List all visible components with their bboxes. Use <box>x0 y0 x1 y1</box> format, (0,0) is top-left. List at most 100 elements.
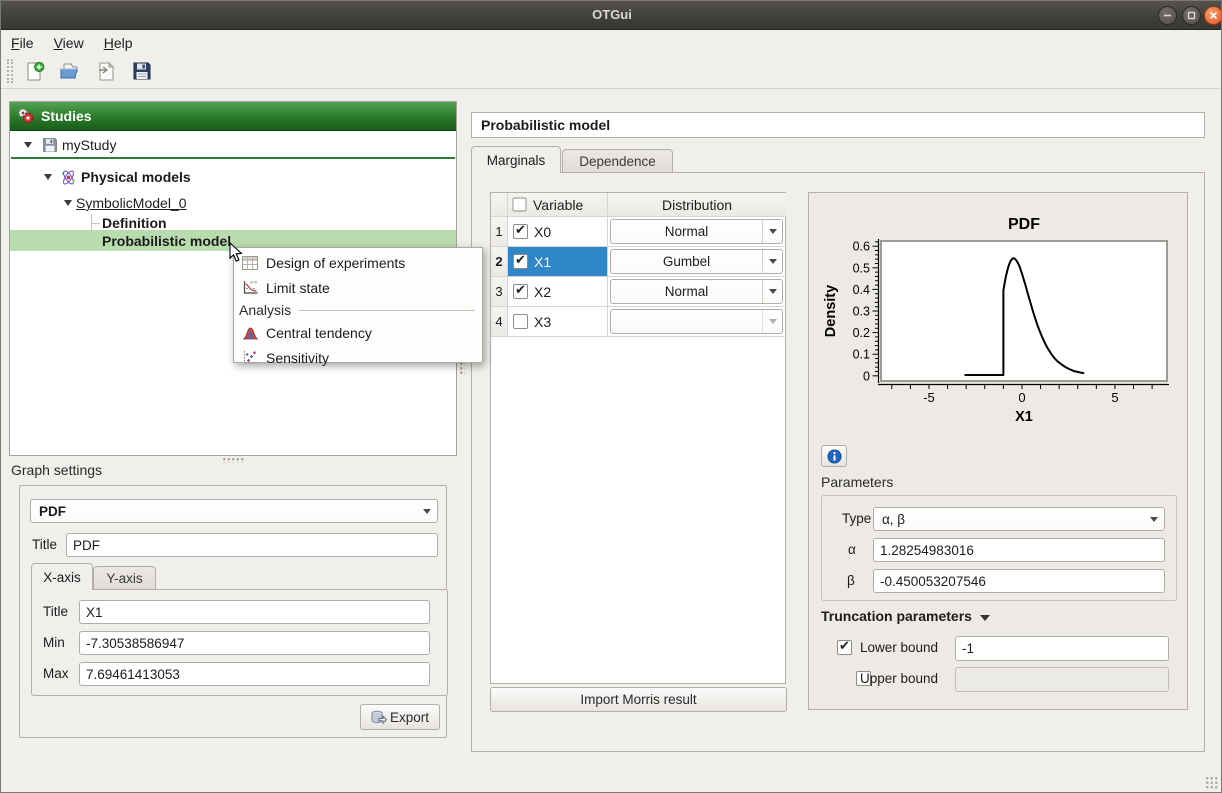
tree-item-label: Physical models <box>81 169 191 185</box>
application-window: OTGui File View Help <box>0 0 1222 793</box>
toolbar-drag-handle[interactable] <box>7 59 13 83</box>
expander-icon[interactable] <box>44 174 52 180</box>
minimize-button[interactable] <box>1158 6 1177 25</box>
tree-item-label: myStudy <box>62 137 116 153</box>
toolbar <box>1 54 1222 89</box>
menu-item-central-tendency[interactable]: Central tendency <box>235 320 481 345</box>
distribution-combobox[interactable]: Normal <box>610 219 783 244</box>
axis-min-input[interactable] <box>79 631 430 655</box>
distribution-cell: Normal <box>608 277 786 307</box>
tree-item-label: SymbolicModel_0 <box>76 195 187 211</box>
graph-title-input[interactable] <box>66 533 438 557</box>
section-separator-line <box>299 310 475 311</box>
lower-bound-checkbox[interactable] <box>837 640 852 655</box>
graph-settings-heading: Graph settings <box>11 462 102 478</box>
variables-table: Variable Distribution 1 X0 Normal <box>490 192 786 684</box>
menu-item-sensitivity[interactable]: Sensitivity <box>235 345 481 370</box>
variable-cell[interactable]: X2 <box>508 277 608 307</box>
menu-file[interactable]: File <box>1 33 44 53</box>
variable-checkbox[interactable] <box>513 224 528 239</box>
pdf-chart-svg: 00.10.20.30.40.50.6-505PDFX1Density <box>809 193 1189 441</box>
table-row: 2 X1 Gumbel <box>491 247 786 277</box>
menu-help[interactable]: Help <box>94 33 143 53</box>
upper-bound-input[interactable] <box>955 667 1169 692</box>
menu-item-limit-state[interactable]: G=0 Limit state <box>235 275 481 300</box>
axis-title-input[interactable] <box>79 600 430 624</box>
row-number[interactable]: 2 <box>491 247 508 277</box>
table-corner-cell <box>491 193 508 217</box>
limit-state-icon: G=0 <box>241 279 259 297</box>
variable-checkbox[interactable] <box>513 314 528 329</box>
chevron-down-icon <box>762 220 782 243</box>
tab-marginals[interactable]: Marginals <box>471 146 561 173</box>
tree-item-mystudy[interactable]: myStudy <box>10 134 456 156</box>
chevron-down-icon <box>762 250 782 273</box>
current-study-underline <box>11 157 455 159</box>
tab-x-axis[interactable]: X-axis <box>31 563 93 590</box>
distribution-cell: Gumbel <box>608 247 786 277</box>
variable-cell[interactable]: X1 <box>508 247 608 277</box>
variable-cell[interactable]: X3 <box>508 307 608 337</box>
save-study-button[interactable] <box>127 57 157 85</box>
distribution-combobox[interactable]: Gumbel <box>610 249 783 274</box>
tree-item-symbolicmodel[interactable]: SymbolicModel_0 <box>10 192 456 214</box>
expander-icon[interactable] <box>64 200 72 206</box>
chevron-down-icon <box>762 310 782 333</box>
row-number[interactable]: 1 <box>491 217 508 247</box>
close-icon <box>1209 11 1218 20</box>
page-title-box: Probabilistic model <box>471 112 1205 138</box>
type-label: Type <box>842 511 871 526</box>
x-tick-label: 0 <box>1018 390 1025 405</box>
truncation-parameters-header[interactable]: Truncation parameters <box>821 608 990 624</box>
window-resize-grip[interactable] <box>1205 776 1219 790</box>
variable-cell[interactable]: X0 <box>508 217 608 247</box>
menu-item-design-of-experiments[interactable]: Design of experiments <box>235 250 481 275</box>
alpha-input[interactable] <box>873 538 1165 562</box>
distribution-combobox[interactable] <box>610 309 783 334</box>
upper-bound-label: Upper bound <box>860 671 938 686</box>
tree-item-physical-models[interactable]: Physical models <box>10 166 456 188</box>
horizontal-splitter-handle[interactable] <box>222 457 244 463</box>
distribution-header-cell[interactable]: Distribution <box>608 193 786 217</box>
info-button[interactable] <box>821 445 847 467</box>
window-title: OTGui <box>1 7 1222 22</box>
distribution-combobox[interactable]: Normal <box>610 279 783 304</box>
close-button[interactable] <box>1204 6 1222 25</box>
lower-bound-input[interactable] <box>955 636 1169 661</box>
expander-icon[interactable] <box>24 142 32 148</box>
open-folder-icon <box>59 61 81 81</box>
tree-item-label: Probabilistic model <box>102 233 231 249</box>
table-row: 3 X2 Normal <box>491 277 786 307</box>
table-header-row: Variable Distribution <box>491 193 786 217</box>
distribution-cell: Normal <box>608 217 786 247</box>
studies-panel-header: Studies <box>10 102 456 131</box>
open-study-button[interactable] <box>55 57 85 85</box>
export-button[interactable]: Export <box>360 704 440 730</box>
variable-header-cell[interactable]: Variable <box>508 193 608 217</box>
lower-bound-label: Lower bound <box>860 640 938 655</box>
maximize-button[interactable] <box>1182 6 1201 25</box>
axis-min-label: Min <box>43 635 65 650</box>
import-script-button[interactable] <box>91 57 121 85</box>
tab-dependence[interactable]: Dependence <box>562 149 673 173</box>
chart-xlabel: X1 <box>1015 409 1033 425</box>
tree-item-label: Definition <box>102 215 167 231</box>
titlebar[interactable]: OTGui <box>1 1 1222 30</box>
select-all-checkbox[interactable] <box>513 198 527 212</box>
axis-max-input[interactable] <box>79 662 430 686</box>
menu-view[interactable]: View <box>44 33 94 53</box>
graph-title-label: Title <box>32 537 57 552</box>
import-morris-result-button[interactable]: Import Morris result <box>490 687 787 712</box>
axis-title-label: Title <box>43 604 68 619</box>
parameter-type-combobox[interactable]: α, β <box>873 507 1165 531</box>
row-number[interactable]: 3 <box>491 277 508 307</box>
central-tendency-icon <box>241 324 259 342</box>
variable-checkbox[interactable] <box>513 284 528 299</box>
beta-input[interactable] <box>873 569 1165 593</box>
variable-checkbox[interactable] <box>513 254 528 269</box>
row-number[interactable]: 4 <box>491 307 508 337</box>
study-floppy-icon <box>42 137 58 153</box>
new-study-button[interactable] <box>19 57 49 85</box>
plot-type-combobox[interactable]: PDF <box>30 499 438 523</box>
tab-y-axis[interactable]: Y-axis <box>93 566 156 590</box>
